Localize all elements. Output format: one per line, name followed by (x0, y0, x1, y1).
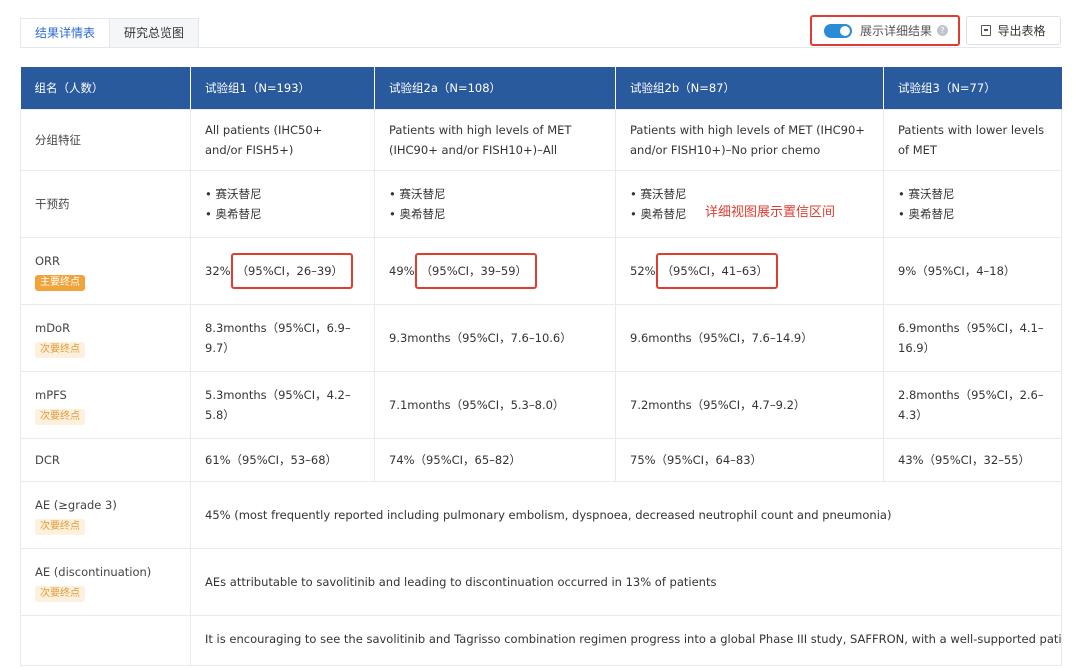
export-label: 导出表格 (997, 24, 1046, 38)
header-group-1: 试验组1（N=193） (190, 67, 375, 109)
table-row-mpfs: mPFS 次要终点 5.3months（95%CI，4.2–5.8） 7.1mo… (20, 370, 1062, 439)
table-row-dcr: DCR 61%（95%CI，53–68） 74%（95%CI，65–82） 75… (20, 437, 1062, 482)
table-cell: 赛沃替尼奥希替尼 (190, 169, 375, 238)
table-row-drug: 干预药 赛沃替尼奥希替尼 赛沃替尼奥希替尼 赛沃替尼奥希替尼 赛沃替尼奥希替尼 (20, 169, 1062, 238)
secondary-endpoint-tag: 次要终点 (35, 518, 85, 535)
export-icon (981, 25, 992, 36)
secondary-endpoint-tag: 次要终点 (35, 341, 85, 358)
header-group-name: 组名（人数） (20, 67, 191, 109)
drug-item: 奥希替尼 (205, 204, 360, 224)
table-row-note: It is encouraging to see the savolitinib… (20, 614, 1062, 666)
table-cell: Patients with high levels of MET (IHC90+… (374, 108, 616, 171)
table-cell: 5.3months（95%CI，4.2–5.8） (190, 370, 375, 439)
ci-annotation: 详细视图展示置信区间 (705, 205, 836, 220)
show-details-label: 展示详细结果 (860, 24, 933, 38)
table-cell: 45% (most frequently reported including … (190, 480, 1062, 549)
row-label: DCR (20, 437, 191, 482)
orr-value: 49% (389, 263, 415, 278)
table-row-ae-grade3: AE (≥grade 3) 次要终点 45% (most frequently … (20, 480, 1062, 549)
table-row-ae-discontinuation: AE (discontinuation) 次要终点 AEs attributab… (20, 547, 1062, 616)
table-cell: It is encouraging to see the savolitinib… (190, 614, 1062, 666)
header-group-3: 试验组3（N=77） (883, 67, 1062, 109)
drug-item: 奥希替尼 (898, 204, 1047, 224)
row-label-cell: mPFS 次要终点 (20, 370, 191, 439)
row-label: mPFS (35, 387, 67, 402)
orr-value: 32% (205, 263, 231, 278)
row-label-cell: ORR 主要终点 (20, 236, 191, 305)
show-details-switch[interactable] (824, 23, 852, 38)
table-cell: Patients with lower levels of MET (883, 108, 1062, 171)
row-label (20, 614, 191, 666)
table-cell: 2.8months（95%CI，2.6–4.3） (883, 370, 1062, 439)
results-table: 组名（人数） 试验组1（N=193） 试验组2a（N=108） 试验组2b（N=… (20, 67, 1062, 666)
table-cell: 赛沃替尼奥希替尼 (374, 169, 616, 238)
tab-divider (20, 47, 1061, 48)
secondary-endpoint-tag: 次要终点 (35, 408, 85, 425)
table-cell: Patients with high levels of MET (IHC90+… (615, 108, 884, 171)
row-label: 分组特征 (20, 108, 191, 171)
primary-endpoint-tag: 主要终点 (35, 274, 85, 291)
drug-item: 赛沃替尼 (389, 184, 601, 204)
table-cell: 7.2months（95%CI，4.7–9.2） (615, 370, 884, 439)
ci-highlight-box: （95%CI，39–59） (414, 252, 538, 289)
table-cell: 8.3months（95%CI，6.9–9.7） (190, 303, 375, 372)
table-row-feature: 分组特征 All patients (IHC50+ and/or FISH5+)… (20, 108, 1062, 171)
ci-text: （95%CI，26–39） (236, 263, 344, 278)
tab-study-overview[interactable]: 研究总览图 (109, 18, 200, 48)
table-cell: 49% （95%CI，39–59） (374, 236, 616, 305)
table-cell: AEs attributable to savolitinib and lead… (190, 547, 1062, 616)
row-label: AE (discontinuation) (35, 564, 152, 579)
table-cell: 32% （95%CI，26–39） (190, 236, 375, 305)
table-row-mdor: mDoR 次要终点 8.3months（95%CI，6.9–9.7） 9.3mo… (20, 303, 1062, 372)
show-details-toggle-group: 展示详细结果 ? (810, 15, 960, 46)
header-group-2b: 试验组2b（N=87） (615, 67, 884, 109)
orr-value: 9% (898, 263, 917, 278)
table-cell: 52% （95%CI，41–63） (615, 236, 884, 305)
ci-text: （95%CI，4–18） (916, 263, 1016, 278)
drug-item: 奥希替尼 (389, 204, 601, 224)
row-label-cell: mDoR 次要终点 (20, 303, 191, 372)
table-cell: 74%（95%CI，65–82） (374, 437, 616, 482)
switch-knob (840, 25, 850, 36)
header-group-2a: 试验组2a（N=108） (374, 67, 616, 109)
row-label: ORR (35, 253, 61, 268)
ci-highlight-box: （95%CI，26–39） (230, 252, 354, 289)
info-icon[interactable]: ? (937, 25, 949, 36)
row-label: AE (≥grade 3) (35, 497, 117, 512)
table-cell: 7.1months（95%CI，5.3–8.0） (374, 370, 616, 439)
row-label: mDoR (35, 320, 71, 335)
ci-highlight-box: （95%CI，41–63） (655, 252, 779, 289)
row-label-cell: AE (≥grade 3) 次要终点 (20, 480, 191, 549)
toolbar: 结果详情表 研究总览图 展示详细结果 ? 导出表格 (0, 0, 1080, 60)
orr-value: 52% (630, 263, 656, 278)
table-header-row: 组名（人数） 试验组1（N=193） 试验组2a（N=108） 试验组2b（N=… (20, 67, 1062, 109)
table-cell: 75%（95%CI，64–83） (615, 437, 884, 482)
table-cell: All patients (IHC50+ and/or FISH5+) (190, 108, 375, 171)
drug-item: 赛沃替尼 (898, 184, 1047, 204)
ci-text: （95%CI，41–63） (661, 263, 769, 278)
table-cell: 43%（95%CI，32–55） (883, 437, 1062, 482)
table-cell: 61%（95%CI，53–68） (190, 437, 375, 482)
table-row-orr: ORR 主要终点 32% （95%CI，26–39） 49% （95%CI，39–5… (20, 236, 1062, 305)
tab-bar: 结果详情表 研究总览图 (20, 18, 200, 48)
tab-result-details[interactable]: 结果详情表 (20, 18, 111, 48)
table-cell: 赛沃替尼奥希替尼 (883, 169, 1062, 238)
ci-text: （95%CI，39–59） (420, 263, 528, 278)
table-cell: 9%（95%CI，4–18） (883, 236, 1062, 305)
secondary-endpoint-tag: 次要终点 (35, 585, 85, 602)
table-cell: 9.6months（95%CI，7.6–14.9） (615, 303, 884, 372)
row-label-cell: AE (discontinuation) 次要终点 (20, 547, 191, 616)
table-cell: 6.9months（95%CI，4.1–16.9） (883, 303, 1062, 372)
drug-item: 赛沃替尼 (205, 184, 360, 204)
row-label: 干预药 (20, 169, 191, 238)
table-cell: 9.3months（95%CI，7.6–10.6） (374, 303, 616, 372)
export-table-button[interactable]: 导出表格 (966, 16, 1061, 45)
